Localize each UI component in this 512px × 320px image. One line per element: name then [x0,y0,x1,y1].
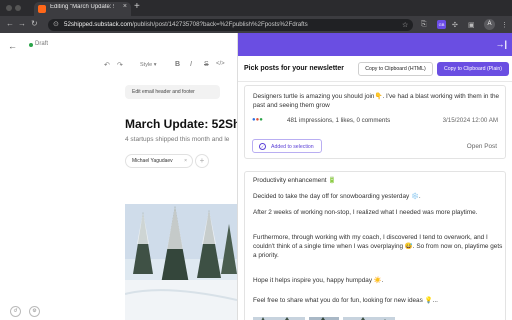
post-paragraph: Productivity enhancement 🔋 [253,177,337,184]
panel-header: Pick posts for your newsletter Copy to C… [238,56,512,82]
redo-icon[interactable]: ↷ [117,61,123,69]
history-icon[interactable]: ↺ [10,306,21,317]
reaction-icons: ●●● [252,117,263,123]
bold-button[interactable]: B [175,61,180,68]
extensions-icon[interactable]: ✣ [452,21,458,29]
settings-icon[interactable]: ⚙ [29,306,40,317]
post-card: Designers turtle is amazing you should j… [244,85,506,159]
strikethrough-button[interactable]: S [204,61,209,68]
italic-button[interactable]: I [190,61,192,68]
code-button[interactable]: </> [216,61,225,67]
undo-icon[interactable]: ↶ [104,61,110,69]
window-control-icon[interactable] [6,5,12,11]
post-paragraph: Furthermore, through working with my coa… [253,234,503,259]
new-tab-button[interactable]: + [134,2,140,12]
copy-html-button[interactable]: Copy to Clipboard (HTML) [358,62,433,76]
reload-icon[interactable]: ↻ [31,19,38,28]
panel-title: Pick posts for your newsletter [244,65,344,72]
post-editor: ← Draft ↶ ↷ Style ▾ B I S </> Edit email… [0,33,237,320]
bookmark-star-icon[interactable]: ☆ [402,21,408,29]
open-post-link[interactable]: Open Post [467,143,497,150]
check-circle-icon: ✓ [259,143,266,150]
url-host: 52shipped.substack.com [64,21,133,28]
post-card: Productivity enhancement 🔋 Decided to ta… [244,171,506,320]
url-path: /publish/post/142735708?back=%2Fpublish%… [132,21,308,28]
copy-plain-button[interactable]: Copy to Clipboard (Plain) [437,62,509,76]
edit-email-header-button[interactable]: Edit email header and footer [125,85,220,99]
url-input[interactable]: ⊙ 52shipped.substack.com/publish/post/14… [48,19,413,31]
post-paragraph: After 2 weeks of working non-stop, I rea… [253,209,478,216]
collapse-panel-icon[interactable]: →| [495,39,507,49]
author-chip[interactable]: Michael Yagudaev × [125,154,193,168]
window-control-icon[interactable] [15,5,21,11]
draft-status-label: Draft [35,41,49,47]
menu-icon[interactable]: ⋮ [501,21,508,29]
author-name: Michael Yagudaev [132,158,173,164]
url-text: 52shipped.substack.com/publish/post/1427… [64,21,308,28]
browser-tab[interactable]: Editing "March Update: 52Sh × [34,2,131,16]
post-date: 3/15/2024 12:00 AM [442,117,498,124]
post-paragraph: Feel free to share what you do for fun, … [253,297,438,304]
extension-badge-icon[interactable]: GB [437,20,446,29]
remove-author-icon[interactable]: × [184,158,187,164]
add-author-button[interactable]: + [195,154,209,168]
back-arrow-icon[interactable]: ← [8,41,17,51]
browser-tab-bar: Editing "March Update: 52Sh × + [0,0,512,16]
address-bar-row: ← → ↻ ⊙ 52shipped.substack.com/publish/p… [0,16,512,33]
post-paragraph: Decided to take the day off for snowboar… [253,193,421,200]
draft-status-dot [29,43,33,47]
post-subtitle[interactable]: 4 startups shipped this month and le [125,136,229,143]
site-info-icon[interactable]: ⊙ [53,20,59,28]
post-stats: 481 impressions, 1 likes, 0 comments [287,117,391,124]
profile-avatar[interactable]: A [484,19,495,30]
added-to-selection-button[interactable]: ✓ Added to selection [252,139,322,153]
share-icon[interactable]: ⎘ [421,21,427,29]
forward-icon[interactable]: → [18,19,26,28]
snowboard-photo [125,204,237,320]
style-dropdown[interactable]: Style ▾ [140,62,157,68]
sidebar-icon[interactable]: ▣ [468,21,475,29]
added-label: Added to selection [271,144,314,150]
tab-title: Editing "March Update: 52Sh [50,4,114,10]
post-title[interactable]: March Update: 52Shi [125,117,237,131]
panel-top-bar: →| [238,33,512,56]
post-paragraph: Hope it helps inspire you, happy humpday… [253,277,384,284]
tab-close-icon[interactable]: × [123,3,127,10]
newsletter-picker-panel: →| Pick posts for your newsletter Copy t… [237,33,512,320]
substack-favicon-icon [38,5,46,13]
post-card-text: Designers turtle is amazing you should j… [253,93,500,109]
back-icon[interactable]: ← [6,19,14,28]
